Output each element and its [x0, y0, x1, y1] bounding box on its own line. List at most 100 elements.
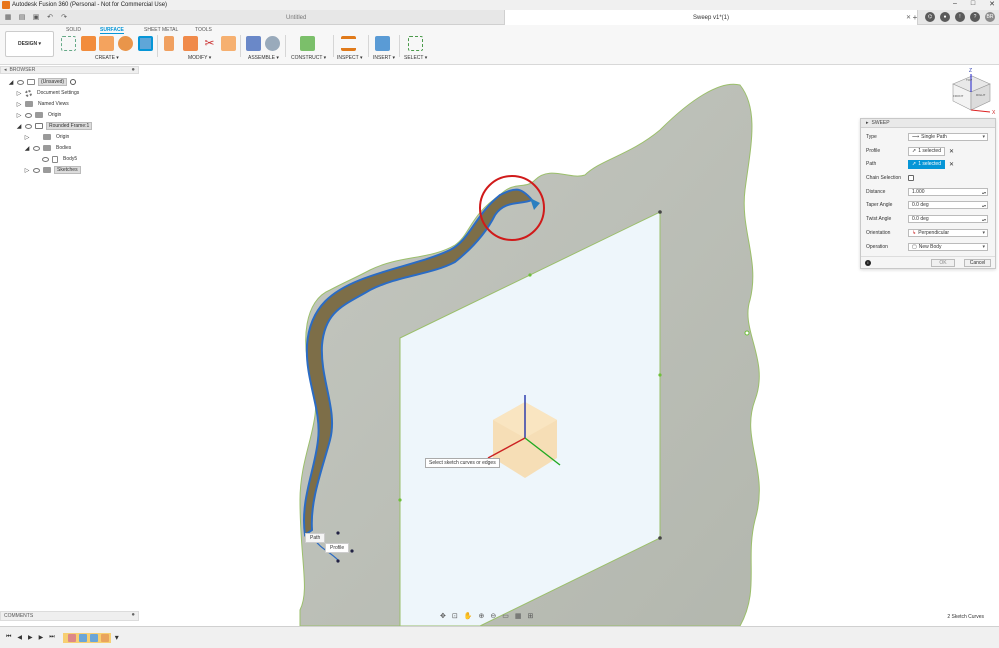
- file-icon[interactable]: ▤: [18, 13, 26, 21]
- distance-input[interactable]: 1.000 ▴▾: [908, 188, 988, 196]
- tab-sheet-metal[interactable]: SHEET METAL: [144, 27, 178, 33]
- expand-triangle-icon[interactable]: ▷: [16, 112, 22, 119]
- viewcube-right-label[interactable]: RIGHT: [976, 93, 985, 97]
- extrude-icon[interactable]: [81, 36, 96, 51]
- orbit-icon[interactable]: ✥: [440, 612, 446, 620]
- assemble-menu[interactable]: ASSEMBLE ▾: [248, 55, 279, 61]
- modify-menu[interactable]: MODIFY ▾: [188, 55, 211, 61]
- workspace-switcher-button[interactable]: DESIGN ▾: [5, 31, 54, 57]
- tree-item-sketches[interactable]: ▷ Sketches: [24, 165, 81, 175]
- timeline-feature[interactable]: [89, 633, 98, 642]
- construct-menu[interactable]: CONSTRUCT ▾: [291, 55, 326, 61]
- patch-icon[interactable]: [99, 36, 114, 51]
- insert-image-icon[interactable]: [375, 36, 390, 51]
- scissors-icon[interactable]: ✂: [202, 36, 217, 51]
- maximize-icon[interactable]: □: [971, 0, 975, 8]
- spinner-icon[interactable]: ▴▾: [982, 203, 986, 208]
- timeline-feature[interactable]: [67, 633, 76, 642]
- joint-icon[interactable]: [265, 36, 280, 51]
- pin-icon[interactable]: ●: [131, 67, 135, 73]
- step-forward-icon[interactable]: ▶: [39, 634, 44, 641]
- clear-path-icon[interactable]: ✕: [949, 161, 954, 168]
- close-icon[interactable]: ✕: [989, 0, 995, 8]
- spinner-icon[interactable]: ▴▾: [982, 217, 986, 222]
- fit-icon[interactable]: ⊖: [490, 612, 496, 620]
- profile-selection-button[interactable]: ➚ 1 selected: [908, 146, 945, 156]
- grid-menu-icon[interactable]: ▦: [4, 13, 12, 21]
- sweep-dialog-header[interactable]: ▸ SWEEP: [861, 119, 995, 128]
- profile-callout[interactable]: Profile: [325, 543, 350, 553]
- taper-input[interactable]: 0.0 deg ▴▾: [908, 201, 988, 209]
- type-select[interactable]: ⟿ Single Path ▾: [908, 133, 988, 141]
- extend-icon[interactable]: [164, 36, 174, 51]
- visibility-eye-icon[interactable]: [42, 156, 49, 162]
- timeline-feature[interactable]: [100, 633, 109, 642]
- help-icon[interactable]: ?: [970, 12, 980, 22]
- offset-icon[interactable]: [221, 36, 236, 51]
- zoom-icon[interactable]: ⊕: [478, 612, 484, 620]
- pin-icon[interactable]: ●: [131, 612, 135, 618]
- tab-solid[interactable]: SOLID: [66, 27, 81, 33]
- insert-menu[interactable]: INSERT ▾: [373, 55, 395, 61]
- ok-button[interactable]: OK: [931, 258, 955, 267]
- collapse-triangle-icon[interactable]: ◢: [16, 123, 22, 130]
- loft-icon[interactable]: [118, 36, 133, 51]
- viewports-icon[interactable]: ⊞: [527, 612, 533, 620]
- twist-input[interactable]: 0.0 deg ▴▾: [908, 215, 988, 223]
- sweep-tool-icon[interactable]: [138, 36, 153, 51]
- info-icon[interactable]: i: [865, 259, 871, 266]
- notifications-icon[interactable]: !: [955, 12, 965, 22]
- tab-tools[interactable]: TOOLS: [195, 27, 212, 33]
- collapse-icon[interactable]: ◂: [4, 67, 7, 73]
- go-to-end-icon[interactable]: ⏭: [49, 634, 54, 641]
- look-at-icon[interactable]: ⊡: [452, 612, 458, 620]
- clear-profile-icon[interactable]: ✕: [949, 148, 954, 155]
- chain-selection-checkbox[interactable]: [908, 175, 914, 181]
- create-sketch-icon[interactable]: [61, 36, 76, 51]
- visibility-eye-icon[interactable]: [33, 167, 40, 173]
- collapse-icon[interactable]: ▸: [866, 120, 869, 126]
- cancel-button[interactable]: Cancel: [964, 258, 991, 267]
- tree-item-bodies[interactable]: ◢ Bodies: [24, 143, 73, 153]
- inspect-menu[interactable]: INSPECT ▾: [337, 55, 363, 61]
- path-callout[interactable]: Path: [305, 533, 326, 543]
- tab-surface[interactable]: SURFACE: [100, 27, 124, 34]
- collapse-triangle-icon[interactable]: ◢: [8, 79, 14, 86]
- tree-item-document-settings[interactable]: ▷ Document Settings: [16, 88, 81, 98]
- visibility-eye-icon[interactable]: [25, 112, 32, 118]
- expand-triangle-icon[interactable]: ▷: [24, 167, 30, 174]
- visibility-eye-icon[interactable]: [33, 145, 40, 151]
- new-component-icon[interactable]: [246, 36, 261, 51]
- expand-triangle-icon[interactable]: ▷: [16, 101, 22, 108]
- pan-icon[interactable]: ✋: [464, 612, 473, 620]
- orientation-select[interactable]: ↳ Perpendicular ▾: [908, 229, 988, 237]
- tree-item-component-origin[interactable]: ▷ Origin: [24, 132, 71, 142]
- spinner-icon[interactable]: ▴▾: [982, 190, 986, 195]
- tree-item-origin[interactable]: ▷ Origin: [16, 110, 63, 120]
- redo-icon[interactable]: ↷: [60, 13, 68, 21]
- display-settings-icon[interactable]: ▭: [502, 612, 509, 620]
- new-tab-icon[interactable]: +: [910, 12, 920, 22]
- activate-radio-icon[interactable]: [70, 79, 77, 85]
- collapse-triangle-icon[interactable]: ◢: [24, 145, 30, 152]
- trim-icon[interactable]: [183, 36, 198, 51]
- expand-triangle-icon[interactable]: ▷: [16, 90, 22, 97]
- tab-untitled[interactable]: Untitled: [280, 10, 500, 25]
- timeline-feature[interactable]: [78, 633, 87, 642]
- play-icon[interactable]: ▶: [28, 634, 33, 641]
- timeline-marker-icon[interactable]: ▾: [115, 633, 119, 642]
- viewcube-front-label[interactable]: FRONT: [953, 94, 963, 98]
- minimize-icon[interactable]: –: [953, 0, 957, 8]
- grid-settings-icon[interactable]: ▦: [515, 612, 522, 620]
- viewcube-top-label[interactable]: TOP: [966, 78, 972, 82]
- extensions-icon[interactable]: ⌬: [925, 12, 935, 22]
- select-menu[interactable]: SELECT ▾: [404, 55, 427, 61]
- operation-select[interactable]: ▢ New Body ▾: [908, 243, 988, 251]
- comments-header[interactable]: COMMENTS ●: [0, 611, 139, 621]
- save-icon[interactable]: ▣: [32, 13, 40, 21]
- tree-item-root[interactable]: ◢ (Unsaved): [8, 77, 77, 87]
- user-avatar[interactable]: BR: [985, 12, 995, 22]
- job-status-icon[interactable]: ●: [940, 12, 950, 22]
- expand-triangle-icon[interactable]: ▷: [24, 134, 30, 141]
- measure-icon[interactable]: [341, 36, 356, 51]
